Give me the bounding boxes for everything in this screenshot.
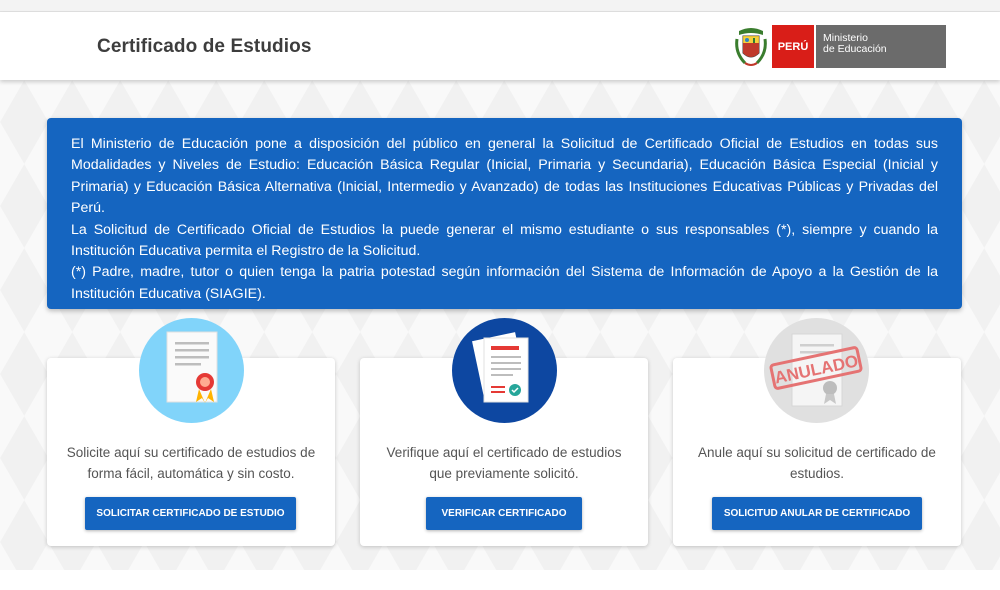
verify-document-icon xyxy=(452,318,557,423)
site-header: Certificado de Estudios PERÚ Ministerio … xyxy=(0,12,1000,80)
ministry-label: Ministerio de Educación xyxy=(816,25,946,68)
card-description: Anule aquí su solicitud de certificado d… xyxy=(698,445,936,481)
minedu-logo[interactable]: PERÚ Ministerio de Educación xyxy=(733,25,946,69)
certificate-icon xyxy=(139,318,244,423)
peru-coat-of-arms-icon xyxy=(735,28,767,66)
request-certificate-button[interactable]: SOLICITAR CERTIFICADO DE ESTUDIO xyxy=(85,497,296,530)
browser-top-strip xyxy=(0,0,1000,12)
ministry-line-2: de Educación xyxy=(823,43,887,55)
annulled-certificate-icon: ANULADO xyxy=(764,318,869,423)
page-title: Certificado de Estudios xyxy=(97,36,312,57)
card-description: Verifique aquí el certificado de estudio… xyxy=(386,445,622,481)
card-description: Solicite aquí su certificado de estudios… xyxy=(66,445,316,481)
page-footer-area xyxy=(0,570,1000,590)
info-paragraph-2: La Solicitud de Certificado Oficial de E… xyxy=(71,221,938,260)
info-panel: El Ministerio de Educación pone a dispos… xyxy=(47,118,962,309)
annul-certificate-button[interactable]: SOLICITUD ANULAR DE CERTIFICADO xyxy=(712,497,922,530)
info-paragraph-1: El Ministerio de Educación pone a dispos… xyxy=(71,136,938,217)
verify-certificate-button[interactable]: VERIFICAR CERTIFICADO xyxy=(426,497,582,530)
peru-label: PERÚ xyxy=(772,25,816,68)
info-paragraph-3: (*) Padre, madre, tutor o quien tenga la… xyxy=(71,264,938,302)
